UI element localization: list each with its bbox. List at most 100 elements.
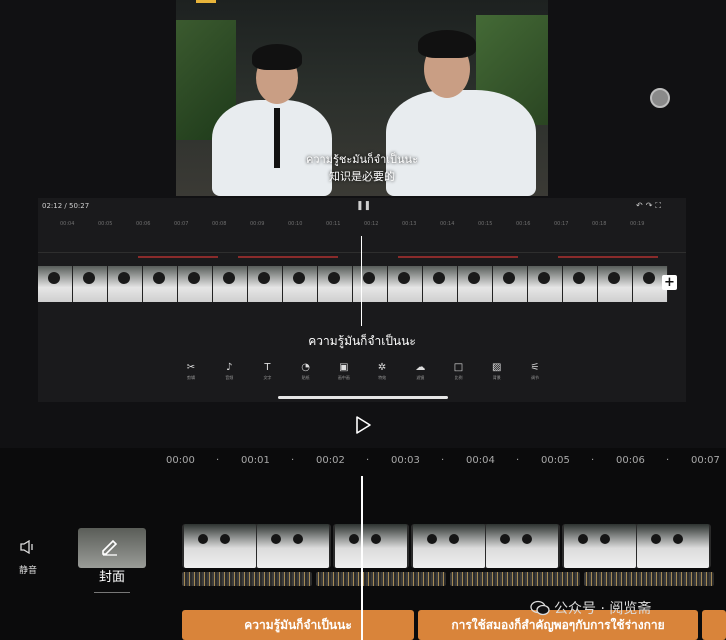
inner-tool-5[interactable]: ✲ 特效 bbox=[369, 362, 395, 381]
floating-record-button[interactable] bbox=[650, 88, 670, 108]
video-clip[interactable] bbox=[413, 524, 485, 568]
inner-ruler-tick: 00:13 bbox=[402, 221, 417, 227]
playhead[interactable] bbox=[361, 476, 363, 640]
inner-tool-label: 背景 bbox=[492, 375, 501, 380]
inner-tool-0[interactable]: ✂ 剪辑 bbox=[178, 362, 204, 381]
effects-icon: ✲ bbox=[377, 362, 387, 373]
wechat-icon bbox=[530, 600, 550, 616]
video-preview[interactable]: ความรู้ชะมันก็จำเป็นนะ 知识是必要的 bbox=[176, 0, 548, 196]
music-icon: ♪ bbox=[226, 362, 233, 373]
ruler-label: 00:07 bbox=[691, 455, 720, 466]
sticker-icon: ◔ bbox=[301, 362, 311, 373]
inner-thumbnail bbox=[423, 266, 458, 302]
adjust-icon: ⚟ bbox=[530, 362, 540, 373]
video-track[interactable] bbox=[182, 524, 726, 568]
inner-audio-track bbox=[38, 252, 686, 258]
inner-thumbnail bbox=[248, 266, 283, 302]
inner-ruler-tick: 00:14 bbox=[440, 221, 455, 227]
ruler-label: 00:01 bbox=[241, 455, 270, 466]
ruler-label: 00:05 bbox=[541, 455, 570, 466]
inner-thumbnail bbox=[528, 266, 563, 302]
inner-thumbnail-strip[interactable] bbox=[38, 266, 668, 302]
subtitle-thai: ความรู้ชะมันก็จำเป็นนะ bbox=[306, 153, 418, 166]
audio-waveform[interactable] bbox=[584, 572, 714, 586]
inner-thumbnail bbox=[318, 266, 353, 302]
pip-icon: ▣ bbox=[339, 362, 349, 373]
inner-pause-icon[interactable]: ❚❚ bbox=[356, 201, 371, 211]
watermark-text: 公众号 · 阅览斋 bbox=[554, 601, 652, 617]
inner-undo-redo-icons[interactable]: ↶↷⛶ bbox=[636, 201, 664, 211]
inner-ruler-tick: 00:15 bbox=[478, 221, 493, 227]
inner-thumbnail bbox=[598, 266, 633, 302]
ruler-dot: · bbox=[591, 455, 595, 466]
cover-label: 封面 bbox=[98, 570, 125, 585]
clip-group-2[interactable] bbox=[333, 524, 409, 568]
clip-group-3[interactable] bbox=[411, 524, 560, 568]
inner-tool-2[interactable]: T 文字 bbox=[254, 362, 280, 381]
inner-thumbnail bbox=[563, 266, 598, 302]
inner-thumbnail bbox=[493, 266, 528, 302]
caption-clip-1[interactable]: ความรู้มันก็จำเป็นนะ bbox=[182, 610, 414, 640]
video-clip[interactable] bbox=[637, 524, 709, 568]
inner-ruler-tick: 00:19 bbox=[630, 221, 645, 227]
inner-tool-6[interactable]: ☁ 滤镜 bbox=[407, 362, 433, 381]
inner-tool-label: 比例 bbox=[454, 375, 463, 380]
inner-tool-1[interactable]: ♪ 音频 bbox=[216, 362, 242, 381]
inner-tool-4[interactable]: ▣ 画中画 bbox=[331, 362, 357, 381]
video-clip[interactable] bbox=[335, 524, 407, 568]
inner-thumbnail bbox=[108, 266, 143, 302]
video-clip[interactable] bbox=[564, 524, 636, 568]
pencil-icon bbox=[102, 539, 118, 556]
inner-ruler-tick: 00:09 bbox=[250, 221, 265, 227]
watermark: 公众号 · 阅览斋 bbox=[530, 598, 651, 618]
inner-ruler-tick: 00:11 bbox=[326, 221, 341, 227]
mute-button[interactable]: 静音 bbox=[12, 539, 44, 576]
top-marker bbox=[196, 0, 216, 3]
inner-tool-3[interactable]: ◔ 贴纸 bbox=[293, 362, 319, 381]
inner-ruler-tick: 00:12 bbox=[364, 221, 379, 227]
inner-tool-label: 剪辑 bbox=[187, 375, 195, 380]
inner-ruler-tick: 00:07 bbox=[174, 221, 189, 227]
inner-tool-7[interactable]: □ 比例 bbox=[446, 362, 472, 381]
audio-waveform[interactable] bbox=[182, 572, 312, 586]
inner-thumbnail bbox=[213, 266, 248, 302]
inner-tool-label: 特效 bbox=[378, 375, 387, 380]
video-clip[interactable] bbox=[257, 524, 329, 568]
audio-waveform[interactable] bbox=[316, 572, 446, 586]
inner-toolbar: ✂ 剪辑 ♪ 音频 T 文字 ◔ 贴纸 ▣ 画中画 ✲ 特效 ☁ 滤镜 □ 比例 ▨ 背景 ⚟ 调节 bbox=[178, 362, 548, 381]
ruler-dot: · bbox=[441, 455, 445, 466]
inner-thumbnail bbox=[38, 266, 73, 302]
cover-button[interactable]: 封面 bbox=[78, 528, 146, 598]
background-icon: ▨ bbox=[492, 362, 502, 373]
inner-tool-8[interactable]: ▨ 背景 bbox=[484, 362, 510, 381]
ruler-dot: · bbox=[216, 455, 220, 466]
audio-track[interactable] bbox=[182, 572, 726, 586]
inner-thumbnail bbox=[283, 266, 318, 302]
clip-group-1[interactable] bbox=[182, 524, 331, 568]
video-clip[interactable] bbox=[486, 524, 558, 568]
ruler-dot: · bbox=[516, 455, 520, 466]
caption-clip-3[interactable] bbox=[702, 610, 726, 640]
person-right-hair bbox=[418, 30, 476, 58]
play-button[interactable] bbox=[352, 414, 374, 436]
inner-tool-label: 贴纸 bbox=[301, 375, 310, 380]
filter-icon: ☁ bbox=[415, 362, 426, 373]
ruler-label: 00:06 bbox=[616, 455, 645, 466]
speaker-icon bbox=[20, 539, 33, 555]
audio-waveform[interactable] bbox=[450, 572, 580, 586]
clip-group-4[interactable] bbox=[562, 524, 711, 568]
inner-thumbnail bbox=[178, 266, 213, 302]
inner-ruler-tick: 00:04 bbox=[60, 221, 75, 227]
inner-ruler-tick: 00:18 bbox=[592, 221, 607, 227]
inner-playhead bbox=[361, 236, 362, 326]
video-clip[interactable] bbox=[184, 524, 256, 568]
scissors-icon: ✂ bbox=[186, 362, 196, 373]
inner-ruler-tick: 00:08 bbox=[212, 221, 227, 227]
inner-ruler-tick: 00:10 bbox=[288, 221, 303, 227]
inner-thumbnail bbox=[73, 266, 108, 302]
inner-add-clip-button[interactable]: + bbox=[662, 275, 677, 290]
inner-tool-9[interactable]: ⚟ 调节 bbox=[522, 362, 548, 381]
inner-ruler-tick: 00:16 bbox=[516, 221, 531, 227]
timeline-ruler[interactable]: 00:00 · 00:01 · 00:02 · 00:03 · 00:04 · 00:05 · 00:0… bbox=[0, 455, 726, 471]
ruler-dot: · bbox=[666, 455, 670, 466]
